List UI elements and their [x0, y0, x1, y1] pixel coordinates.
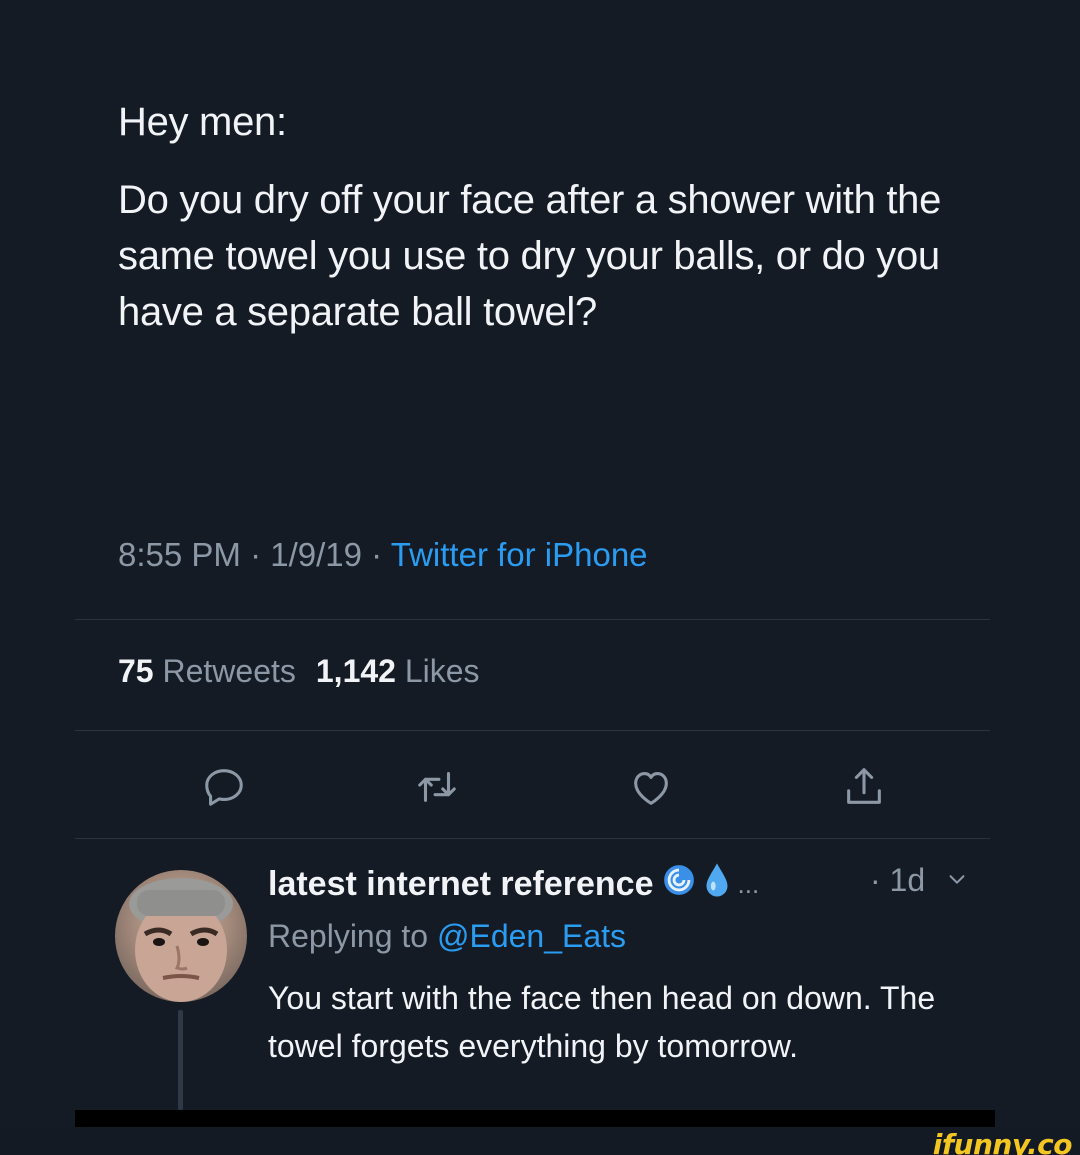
meta-separator: ·: [371, 536, 383, 573]
like-button[interactable]: [626, 762, 676, 812]
avatar[interactable]: [115, 870, 247, 1002]
like-icon: [634, 772, 668, 805]
replying-handle-link[interactable]: @Eden_Eats: [437, 918, 626, 954]
screenshot-page: Hey men: Do you dry off your face after …: [0, 0, 1080, 1155]
likes-count: 1,142: [315, 653, 396, 689]
tweet-source-link[interactable]: Twitter for iPhone: [391, 536, 648, 573]
share-icon: [847, 768, 881, 804]
tweet-date: 1/9/19: [270, 536, 362, 573]
retweet-icon: [418, 772, 456, 802]
droplet-emoji: [704, 862, 730, 907]
cyclone-emoji: [662, 863, 696, 906]
tweet-time: 8:55 PM: [118, 536, 241, 573]
reply-text: You start with the face then head on dow…: [268, 980, 936, 1064]
retweets-label: Retweets: [162, 653, 296, 689]
replying-to: Replying to @Eden_Eats: [268, 918, 626, 955]
name-ellipsis: ...: [737, 869, 760, 899]
reply-header: latest internet reference ...: [268, 862, 759, 907]
watermark: ifunny.co: [932, 1128, 1073, 1155]
retweets-count: 75: [118, 653, 154, 689]
divider: [75, 619, 990, 620]
tweet-stats: 75 Retweets 1,142 Likes: [118, 653, 480, 690]
bottom-strip: [0, 1127, 1080, 1155]
reply-icon: [205, 769, 243, 806]
share-button[interactable]: [839, 762, 889, 812]
meta-separator: ·: [250, 536, 262, 573]
reply-button[interactable]: [199, 762, 249, 812]
divider: [75, 730, 990, 731]
reply-author-name[interactable]: latest internet reference: [268, 865, 654, 904]
retweets-stat[interactable]: 75 Retweets: [118, 653, 296, 689]
reply-tweet[interactable]: latest internet reference ... · 1d Reply…: [0, 838, 1080, 1118]
replying-prefix: Replying to: [268, 918, 429, 954]
likes-label: Likes: [404, 653, 480, 689]
tweet-meta: 8:55 PM · 1/9/19 · Twitter for iPhone: [118, 536, 648, 574]
tweet-body: Do you dry off your face after a shower …: [118, 178, 942, 334]
retweet-button[interactable]: [412, 762, 462, 812]
thread-line: [178, 1010, 183, 1110]
reply-time[interactable]: · 1d: [870, 862, 925, 899]
likes-stat[interactable]: 1,142 Likes: [316, 653, 480, 689]
tweet-text: Hey men: Do you dry off your face after …: [118, 94, 978, 340]
chevron-down-icon[interactable]: [946, 868, 968, 895]
tweet-greeting: Hey men:: [118, 100, 287, 144]
crop-bar: [75, 1110, 995, 1127]
avatar-face: [129, 878, 233, 1002]
